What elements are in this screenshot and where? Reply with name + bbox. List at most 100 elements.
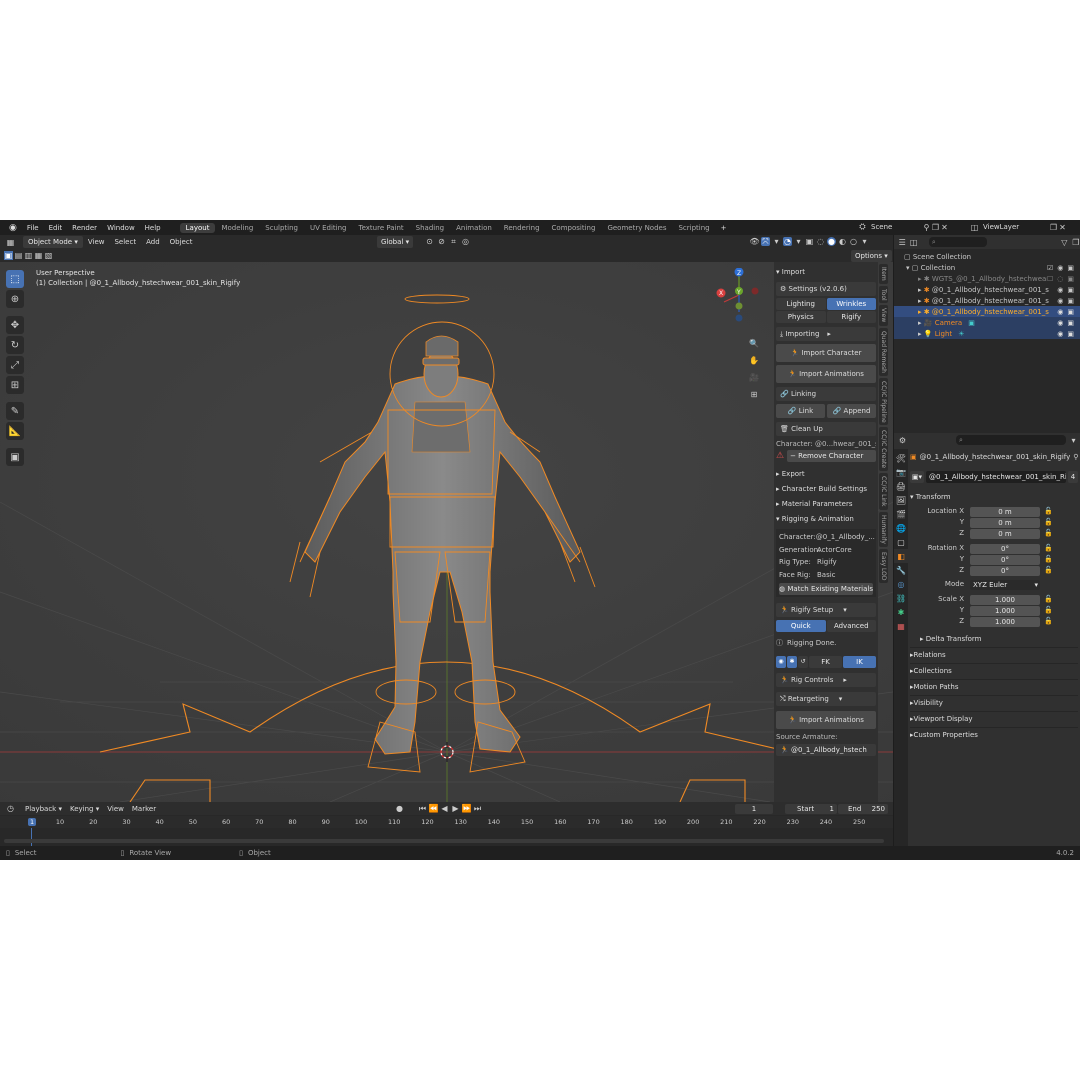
sidebar-tab-item[interactable]: Item bbox=[879, 264, 888, 284]
viewport-menu-add[interactable]: Add bbox=[141, 238, 165, 246]
workspace-tab-geometry-nodes[interactable]: Geometry Nodes bbox=[601, 223, 672, 233]
menu-render[interactable]: Render bbox=[67, 224, 102, 232]
sidebar-tab-view[interactable]: View bbox=[879, 305, 888, 326]
new-collection-icon[interactable]: ❐ bbox=[1072, 238, 1080, 247]
append-button[interactable]: 🔗 Append bbox=[827, 404, 876, 418]
viewport-menu-view[interactable]: View bbox=[83, 238, 110, 246]
material-parameters-section[interactable]: ▸ Material Parameters bbox=[776, 497, 876, 511]
eye-icon[interactable]: ◉ bbox=[1057, 264, 1063, 272]
lighting-tab[interactable]: Lighting bbox=[776, 298, 826, 310]
lock-icon[interactable]: 🔓 bbox=[1040, 528, 1053, 539]
render-tab-icon[interactable]: 📷 bbox=[894, 465, 908, 479]
view-layer-tab-icon[interactable]: 🖼 bbox=[894, 493, 908, 507]
workspace-tab-sculpting[interactable]: Sculpting bbox=[259, 223, 304, 233]
rigify-setup-section[interactable]: 🏃 Rigify Setup ▾ bbox=[776, 603, 876, 617]
lock-icon[interactable]: 🔓 bbox=[1040, 543, 1053, 554]
workspace-tab-rendering[interactable]: Rendering bbox=[498, 223, 546, 233]
eye-icon[interactable]: ◉ bbox=[1057, 330, 1063, 338]
move-tool-icon[interactable]: ✥ bbox=[6, 316, 24, 334]
sidebar-tab-humanify[interactable]: Humanify bbox=[879, 511, 888, 547]
workspace-tab-layout[interactable]: Layout bbox=[179, 222, 216, 233]
lock-icon[interactable]: 🔓 bbox=[1040, 517, 1053, 528]
import-character-button[interactable]: 🏃 Import Character bbox=[776, 344, 876, 362]
annotate-tool-icon[interactable]: ✎ bbox=[6, 402, 24, 420]
lock-icon[interactable]: 🔓 bbox=[1040, 506, 1053, 517]
jump-start-icon[interactable]: ⏮ bbox=[418, 804, 427, 813]
wireframe-shading-icon[interactable]: ◌ bbox=[816, 237, 825, 246]
scene-icon[interactable]: ⛭ bbox=[858, 222, 867, 232]
select-extend-icon[interactable]: ▤ bbox=[14, 251, 23, 260]
camera-view-icon[interactable]: 🎥 bbox=[747, 370, 761, 384]
location-x-field[interactable]: 0 m bbox=[970, 506, 1040, 517]
location-y-field[interactable]: 0 m bbox=[970, 517, 1040, 528]
outliner-item-camera[interactable]: ▸ 🎥 Camera ▣ ◉ ▣ bbox=[894, 317, 1080, 328]
lock-icon[interactable]: 🔓 bbox=[1040, 605, 1053, 616]
settings-header[interactable]: ⚙ Settings (v2.0.6) bbox=[776, 282, 876, 296]
properties-editor-icon[interactable]: ⚙ bbox=[898, 436, 907, 445]
match-materials-button[interactable]: ◍ Match Existing Materials bbox=[779, 583, 873, 595]
outliner-item-light[interactable]: ▸ 💡 Light ☀ ◉ ▣ bbox=[894, 328, 1080, 339]
object-tab-icon[interactable]: ◧ bbox=[894, 549, 908, 563]
pivot-icon[interactable]: ⊙ bbox=[425, 237, 434, 246]
scale-tool-icon[interactable]: ⤢ bbox=[6, 356, 24, 374]
rotation-y-field[interactable]: 0° bbox=[970, 554, 1040, 565]
workspace-tab-modeling[interactable]: Modeling bbox=[215, 223, 259, 233]
rigify-tab[interactable]: Rigify bbox=[826, 311, 876, 323]
material-shading-icon[interactable]: ◐ bbox=[838, 237, 847, 246]
viewport-menu-select[interactable]: Select bbox=[109, 238, 141, 246]
scale-y-field[interactable]: 1.000 bbox=[970, 605, 1040, 616]
sidebar-tab-cc-ic-pipeline[interactable]: CC/iC Pipeline bbox=[879, 377, 888, 426]
camera-icon[interactable]: ▣ bbox=[1067, 297, 1074, 305]
camera-icon[interactable]: ▣ bbox=[1067, 264, 1074, 272]
snap-icon[interactable]: ⊘ bbox=[437, 237, 446, 246]
add-cube-tool-icon[interactable]: ▣ bbox=[6, 448, 24, 466]
physics-tab-icon[interactable]: ◎ bbox=[894, 577, 908, 591]
outliner-item-selected[interactable]: ▸ ✱ @0_1_Allbody_hstechwear_001_s ◉ ▣ bbox=[894, 306, 1080, 317]
collection-tab-icon[interactable]: ▢ bbox=[894, 535, 908, 549]
start-frame-field[interactable]: Start 1 bbox=[785, 804, 837, 814]
sidebar-tab-cc-ic-create[interactable]: CC/iC Create bbox=[879, 427, 888, 472]
frame-ruler[interactable]: 1 10 20 30 40 50 60 70 80 90 100 110 120 130 140 150 160… bbox=[0, 816, 893, 828]
world-tab-icon[interactable]: 🌐 bbox=[894, 521, 908, 535]
ik-button[interactable]: IK bbox=[843, 656, 876, 668]
orientation-dropdown[interactable]: Global ▾ bbox=[377, 236, 414, 248]
location-z-field[interactable]: 0 m bbox=[970, 528, 1040, 539]
end-frame-field[interactable]: End 250 bbox=[838, 804, 888, 814]
select-tool-icon[interactable]: ⬚ bbox=[6, 270, 24, 288]
snap-target-icon[interactable]: ⌗ bbox=[449, 237, 458, 246]
outliner-search-input[interactable]: ⌕ bbox=[928, 237, 988, 247]
select-invert-icon[interactable]: ▦ bbox=[34, 251, 43, 260]
clean-up-section[interactable]: 🗑 Clean Up bbox=[776, 422, 876, 436]
add-workspace-icon[interactable]: + bbox=[716, 224, 732, 232]
menu-help[interactable]: Help bbox=[140, 224, 166, 232]
eye-icon[interactable]: ◉ bbox=[1057, 319, 1063, 327]
display-mode-icon[interactable]: ◫ bbox=[909, 238, 918, 247]
linking-section[interactable]: 🔗 Linking bbox=[776, 387, 876, 401]
gizmo-icon[interactable]: ⤧ bbox=[761, 237, 770, 246]
constraints-tab-icon[interactable]: ⛓ bbox=[894, 591, 908, 605]
import-header[interactable]: ▾ Import bbox=[776, 265, 876, 279]
collection-row[interactable]: ▾ ▢ Collection ☑ ◉ ▣ bbox=[894, 262, 1080, 273]
section-viewport-display[interactable]: ▸ Viewport Display bbox=[910, 711, 1078, 726]
camera-icon[interactable]: ▣ bbox=[1067, 330, 1074, 338]
retargeting-section[interactable]: ⤭ Retargeting ▾ bbox=[776, 692, 876, 706]
users-count[interactable]: 4 bbox=[1068, 471, 1078, 483]
rotate-tool-icon[interactable]: ↻ bbox=[6, 336, 24, 354]
timeline-menu-view[interactable]: View bbox=[103, 805, 128, 813]
character-build-section[interactable]: ▸ Character Build Settings bbox=[776, 482, 876, 496]
next-keyframe-icon[interactable]: ⏩ bbox=[462, 804, 472, 813]
playhead-line[interactable] bbox=[31, 828, 32, 846]
3d-viewport[interactable]: User Perspective (1) Collection | @0_1_A… bbox=[0, 262, 893, 802]
measure-tool-icon[interactable]: 📐 bbox=[6, 422, 24, 440]
section-relations[interactable]: ▸ Relations bbox=[910, 647, 1078, 662]
export-section[interactable]: ▸ Export bbox=[776, 467, 876, 481]
cursor-tool-icon[interactable]: ⊕ bbox=[6, 290, 24, 308]
section-custom-properties[interactable]: ▸ Custom Properties bbox=[910, 727, 1078, 742]
camera-icon[interactable]: ▣ bbox=[1067, 308, 1074, 316]
outliner-item[interactable]: ▸ ✱ @0_1_Allbody_hstechwear_001_s ◉ ▣ bbox=[894, 295, 1080, 306]
sidebar-tab-tool[interactable]: Tool bbox=[879, 285, 888, 304]
sidebar-tab-easy-lod[interactable]: Easy LOD bbox=[879, 548, 888, 584]
select-subtract-icon[interactable]: ▥ bbox=[24, 251, 33, 260]
new-scene-icon[interactable]: ❐ bbox=[931, 223, 940, 232]
select-intersect-icon[interactable]: ▧ bbox=[44, 251, 53, 260]
